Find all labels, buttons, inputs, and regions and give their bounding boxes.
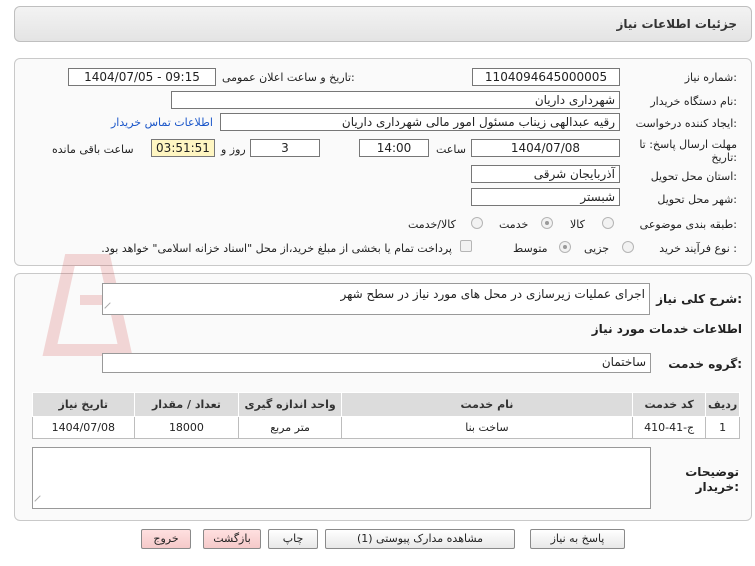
province-label: استان محل تحویل: (650, 170, 737, 183)
buyer-org-field: شهرداری داریان (171, 91, 620, 109)
treasury-checkbox[interactable] (460, 240, 472, 252)
service-group-field: ساختمان (102, 353, 651, 373)
creator-field: رقیه عبدالهی زیناب مسئول امور مالی شهردا… (220, 113, 620, 131)
process-label: نوع فرآیند خرید : (659, 242, 737, 255)
need-number-label: شماره نیاز: (684, 71, 737, 84)
back-button[interactable]: بازگشت (203, 529, 261, 549)
deadline-time-label: ساعت (436, 143, 466, 156)
process-option-medium: متوسط (513, 242, 548, 255)
need-number-field: 1104094645000005 (472, 68, 620, 86)
province-field: آذربایجان شرقی (471, 165, 620, 183)
col-quantity: تعداد / مقدار (133, 392, 240, 417)
days-label: روز و (221, 143, 246, 156)
table-row: 1 ج-41-410 ساخت بنا متر مربع 18000 1404/… (32, 416, 740, 439)
exit-button[interactable]: خروج (141, 529, 191, 549)
city-field: شبستر (471, 188, 620, 206)
col-row-number: ردیف (705, 392, 740, 417)
col-need-date: تاریخ نیاز (32, 392, 135, 417)
buyer-notes-label: توضیحات (685, 465, 739, 479)
buyer-contact-link[interactable]: اطلاعات تماس خریدار (111, 116, 213, 129)
cell-service-code: ج-41-410 (631, 416, 707, 439)
table-header-row: ردیف کد خدمت نام خدمت واحد اندازه گیری ت… (32, 392, 740, 417)
service-group-label: گروه خدمت: (668, 357, 742, 371)
category-radio-goods-service[interactable] (471, 217, 483, 229)
reply-button[interactable]: پاسخ به نیاز (530, 529, 625, 549)
process-radio-medium[interactable] (559, 241, 571, 253)
category-label: طبقه بندی موضوعی: (639, 218, 737, 231)
services-table: ردیف کد خدمت نام خدمت واحد اندازه گیری ت… (32, 392, 740, 439)
payment-note: پرداخت تمام یا بخشی از مبلغ خرید،از محل … (101, 242, 452, 255)
description-label: شرح کلی نیاز: (656, 292, 742, 306)
print-button[interactable]: چاپ (268, 529, 318, 549)
announce-field: 1404/07/05 - 09:15 (68, 68, 216, 86)
process-radio-minor[interactable] (622, 241, 634, 253)
cell-quantity: 18000 (133, 416, 240, 439)
services-section-title: اطلاعات خدمات مورد نیاز (591, 322, 742, 336)
page-title: جزئیات اطلاعات نیاز (616, 17, 737, 31)
cell-service-name: ساخت بنا (340, 416, 633, 439)
deadline-date-field: 1404/07/08 (471, 139, 620, 157)
description-field: اجرای عملیات زیرسازی در محل های مورد نیا… (102, 283, 650, 315)
buyer-notes-label-2: خریدار: (695, 480, 739, 494)
creator-label: ایجاد کننده درخواست: (635, 117, 737, 130)
process-option-minor: جزیی (584, 242, 610, 255)
page-header: جزئیات اطلاعات نیاز (14, 6, 752, 42)
announce-label: تاریخ و ساعت اعلان عمومی: (222, 71, 355, 84)
cell-row-number: 1 (705, 416, 740, 439)
category-option-goods-service: کالا/خدمت (408, 218, 456, 231)
buyer-org-label: نام دستگاه خریدار: (650, 95, 737, 108)
buyer-notes-field[interactable] (32, 447, 651, 509)
col-service-name: نام خدمت (340, 392, 633, 417)
city-label: شهر محل تحویل: (657, 193, 737, 206)
col-service-code: کد خدمت (631, 392, 707, 417)
category-option-service: خدمت (499, 218, 529, 231)
category-option-goods: کالا (570, 218, 585, 231)
col-unit: واحد اندازه گیری (238, 392, 342, 417)
remaining-time-field: 03:51:51 (151, 139, 215, 157)
category-radio-goods[interactable] (602, 217, 614, 229)
cell-need-date: 1404/07/08 (32, 416, 135, 439)
cell-unit: متر مربع (238, 416, 342, 439)
deadline-label: مهلت ارسال پاسخ: تا (639, 138, 737, 151)
category-radio-service[interactable] (541, 217, 553, 229)
attachments-button[interactable]: مشاهده مدارک پیوستی (1) (325, 529, 515, 549)
deadline-label-date: تاریخ: (711, 151, 737, 164)
remaining-label: ساعت باقی مانده (52, 143, 134, 156)
deadline-time-field: 14:00 (359, 139, 429, 157)
details-panel (14, 58, 752, 266)
days-field: 3 (250, 139, 320, 157)
